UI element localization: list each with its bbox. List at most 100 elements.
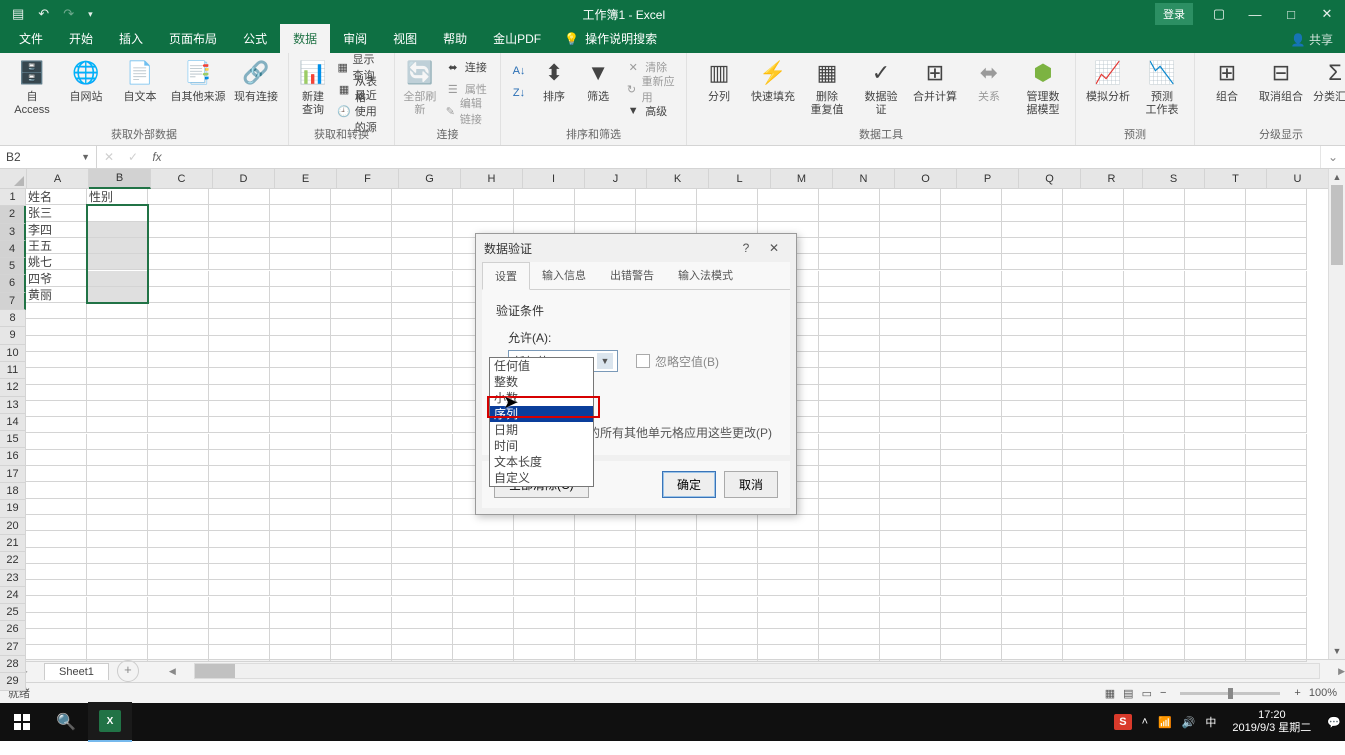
cell[interactable] xyxy=(575,205,636,221)
cell[interactable] xyxy=(209,450,270,466)
cell[interactable] xyxy=(1124,482,1185,498)
col-header[interactable]: T xyxy=(1205,169,1267,189)
cell[interactable] xyxy=(392,401,453,417)
cell[interactable] xyxy=(392,238,453,254)
cell[interactable] xyxy=(87,352,148,368)
cell[interactable] xyxy=(758,580,819,596)
cell[interactable] xyxy=(87,482,148,498)
cell[interactable] xyxy=(1185,336,1246,352)
name-box[interactable]: B2▼ xyxy=(0,146,97,168)
cell[interactable] xyxy=(87,254,148,270)
cell[interactable] xyxy=(209,564,270,580)
cell[interactable] xyxy=(1002,319,1063,335)
cell[interactable] xyxy=(1185,531,1246,547)
cell[interactable] xyxy=(941,450,1002,466)
cell[interactable] xyxy=(880,189,941,205)
cell[interactable] xyxy=(1124,434,1185,450)
cell[interactable] xyxy=(1063,417,1124,433)
cell[interactable] xyxy=(392,629,453,645)
tab-view[interactable]: 视图 xyxy=(380,24,430,53)
cell[interactable] xyxy=(26,385,87,401)
cell[interactable] xyxy=(1063,629,1124,645)
cell[interactable] xyxy=(1246,222,1307,238)
cell[interactable] xyxy=(392,271,453,287)
cell[interactable] xyxy=(148,287,209,303)
cell[interactable] xyxy=(1246,645,1307,661)
from-access-button[interactable]: 🗄️自 Access xyxy=(6,55,58,117)
cell[interactable] xyxy=(1124,368,1185,384)
cell[interactable] xyxy=(1124,238,1185,254)
active-cell[interactable] xyxy=(87,205,148,221)
cell[interactable] xyxy=(87,287,148,303)
filter-button[interactable]: ▼筛选 xyxy=(577,55,619,104)
cell[interactable] xyxy=(148,466,209,482)
cell[interactable] xyxy=(880,222,941,238)
cell[interactable] xyxy=(1002,499,1063,515)
cell[interactable] xyxy=(453,205,514,221)
cell[interactable] xyxy=(1185,189,1246,205)
cell[interactable] xyxy=(1185,417,1246,433)
cell[interactable] xyxy=(941,368,1002,384)
cell[interactable] xyxy=(941,548,1002,564)
cell[interactable] xyxy=(87,271,148,287)
cell[interactable] xyxy=(1124,564,1185,580)
cell[interactable] xyxy=(1185,319,1246,335)
cell[interactable] xyxy=(148,368,209,384)
cell[interactable] xyxy=(148,499,209,515)
start-button[interactable] xyxy=(0,703,44,741)
cell[interactable] xyxy=(331,515,392,531)
cell[interactable] xyxy=(1246,450,1307,466)
cell[interactable] xyxy=(880,629,941,645)
cell[interactable] xyxy=(758,515,819,531)
cell[interactable] xyxy=(1063,564,1124,580)
cell[interactable] xyxy=(880,548,941,564)
cell[interactable] xyxy=(941,238,1002,254)
cell[interactable] xyxy=(148,238,209,254)
cell[interactable] xyxy=(941,645,1002,661)
cell[interactable] xyxy=(1124,417,1185,433)
cell[interactable] xyxy=(392,499,453,515)
cell[interactable] xyxy=(1002,303,1063,319)
zoom-in-icon[interactable]: + xyxy=(1294,687,1300,699)
cell[interactable] xyxy=(270,385,331,401)
cell[interactable] xyxy=(209,303,270,319)
cell[interactable] xyxy=(819,499,880,515)
connections-button[interactable]: ⬌连接 xyxy=(445,57,490,77)
cell[interactable] xyxy=(1185,238,1246,254)
col-header[interactable]: B xyxy=(89,169,151,189)
cell[interactable] xyxy=(941,629,1002,645)
row-header[interactable]: 14 xyxy=(0,414,26,431)
row-header[interactable]: 17 xyxy=(0,466,26,483)
normal-view-icon[interactable]: ▦ xyxy=(1105,687,1115,700)
col-header[interactable]: H xyxy=(461,169,523,189)
col-header[interactable]: U xyxy=(1267,169,1329,189)
cell[interactable] xyxy=(819,515,880,531)
cell[interactable] xyxy=(331,336,392,352)
cell[interactable] xyxy=(453,515,514,531)
cell[interactable] xyxy=(209,645,270,661)
cell[interactable] xyxy=(697,531,758,547)
cell[interactable] xyxy=(758,613,819,629)
cell[interactable] xyxy=(392,189,453,205)
cell[interactable] xyxy=(1063,515,1124,531)
cell[interactable] xyxy=(1063,613,1124,629)
cell[interactable] xyxy=(1246,597,1307,613)
cell[interactable] xyxy=(1002,450,1063,466)
cell[interactable] xyxy=(697,613,758,629)
tab-help[interactable]: 帮助 xyxy=(430,24,480,53)
cell[interactable] xyxy=(1063,548,1124,564)
cell[interactable] xyxy=(1246,466,1307,482)
row-header[interactable]: 1 xyxy=(0,189,26,206)
cell[interactable] xyxy=(209,613,270,629)
cell[interactable] xyxy=(1185,564,1246,580)
cell[interactable] xyxy=(87,336,148,352)
zoom-out-icon[interactable]: − xyxy=(1160,687,1166,699)
cell[interactable] xyxy=(270,401,331,417)
cell[interactable] xyxy=(941,531,1002,547)
cell[interactable] xyxy=(880,238,941,254)
row-header[interactable]: 21 xyxy=(0,535,26,552)
dropdown-option[interactable]: 整数 xyxy=(490,374,593,390)
cell[interactable] xyxy=(453,629,514,645)
cell[interactable] xyxy=(331,417,392,433)
cell[interactable] xyxy=(1063,303,1124,319)
